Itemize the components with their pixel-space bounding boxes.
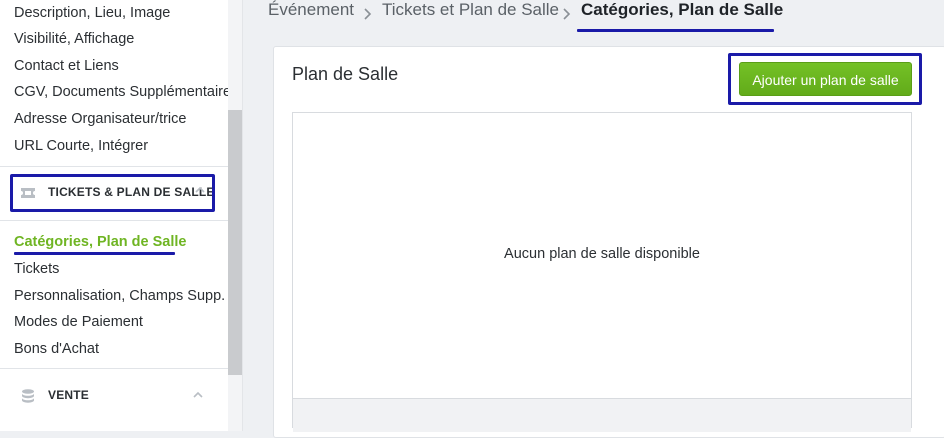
- breadcrumb-tickets[interactable]: Tickets et Plan de Salle: [382, 0, 559, 24]
- empty-panel-footer: [293, 398, 911, 432]
- chevron-up-icon: [193, 391, 203, 398]
- sidebar-section-vente[interactable]: VENTE: [0, 374, 228, 418]
- sidebar-item-bons[interactable]: Bons d'Achat: [14, 341, 99, 357]
- sidebar-item-personnalisation[interactable]: Personnalisation, Champs Supp.: [14, 288, 225, 304]
- sidebar-section-vente-label: VENTE: [48, 388, 90, 402]
- seating-plan-empty-panel: [292, 112, 912, 428]
- sidebar-item-categories[interactable]: Catégories, Plan de Salle: [14, 234, 186, 250]
- ticket-icon: [21, 188, 35, 198]
- breadcrumb-evenement[interactable]: Événement: [268, 0, 354, 24]
- database-icon: [22, 389, 34, 403]
- sidebar-item-contact[interactable]: Contact et Liens: [14, 58, 119, 74]
- sidebar-item-cgv[interactable]: CGV, Documents Supplémentaires: [14, 84, 238, 100]
- sidebar-item-paiement[interactable]: Modes de Paiement: [14, 314, 143, 330]
- chevron-up-icon: [195, 186, 205, 193]
- sidebar-divider: [0, 368, 228, 369]
- chevron-right-icon: [364, 8, 372, 20]
- sidebar-item-tickets[interactable]: Tickets: [14, 261, 59, 277]
- sidebar-item-url[interactable]: URL Courte, Intégrer: [14, 138, 148, 154]
- sidebar: Description, Lieu, Image Visibilité, Aff…: [0, 0, 238, 431]
- sidebar-section-tickets[interactable]: TICKETS & PLAN DE SALLE: [0, 171, 228, 215]
- sidebar-section-tickets-label: TICKETS & PLAN DE SALLE: [48, 185, 215, 199]
- sidebar-divider: [0, 220, 228, 221]
- breadcrumb-current-underline: [577, 29, 774, 32]
- breadcrumb-current: Catégories, Plan de Salle: [581, 0, 784, 19]
- sidebar-item-visibilite[interactable]: Visibilité, Affichage: [14, 31, 134, 47]
- chevron-right-icon: [563, 8, 571, 20]
- empty-state-message: Aucun plan de salle disponible: [504, 246, 700, 262]
- add-seating-plan-button[interactable]: Ajouter un plan de salle: [739, 62, 912, 96]
- sidebar-scrollbar-thumb[interactable]: [228, 110, 242, 375]
- card-title: Plan de Salle: [292, 64, 399, 84]
- sidebar-divider: [0, 166, 228, 167]
- sidebar-item-adresse[interactable]: Adresse Organisateur/trice: [14, 111, 186, 127]
- active-item-underline: [14, 252, 175, 255]
- sidebar-item-description[interactable]: Description, Lieu, Image: [14, 5, 170, 21]
